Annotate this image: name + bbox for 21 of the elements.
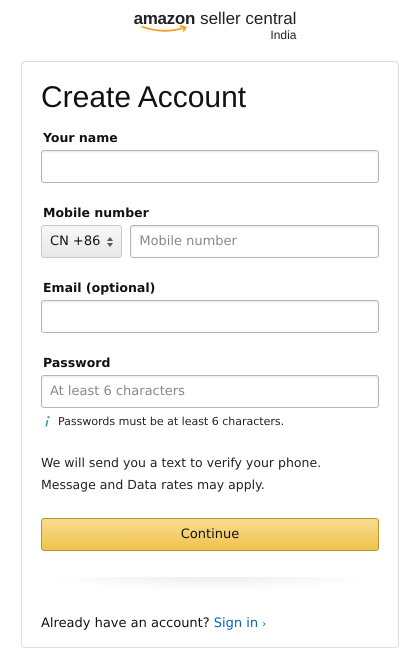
field-label: Your name: [43, 130, 119, 145]
input-field[interactable]: Mobile number: [130, 225, 379, 258]
hint-text: Passwords must be at least 6 characters.: [58, 415, 284, 428]
info-icon: [45, 416, 50, 427]
logo-product-text: seller central: [200, 10, 296, 28]
notice-text: We will send you a text to verify your phone.: [41, 454, 322, 472]
up-down-caret-icon: [107, 236, 114, 246]
input-field[interactable]: At least 6 characters: [41, 375, 379, 408]
page-title: Create Account: [41, 80, 248, 116]
field-label: Email (optional): [43, 280, 156, 295]
continue-button[interactable]: Continue: [41, 518, 379, 551]
sign-in-link[interactable]: Sign in ›: [214, 616, 266, 631]
notice-text: Message and Data rates may apply.: [41, 476, 266, 494]
logo-region-text: India: [270, 29, 296, 41]
input-field[interactable]: [41, 300, 379, 333]
input-field[interactable]: [41, 150, 379, 183]
logo-brand-text: amazon: [134, 10, 196, 28]
field-label: Mobile number: [43, 205, 150, 220]
field-label: Password: [43, 355, 112, 370]
sign-in-prompt: Already have an account? Sign in ›: [41, 616, 268, 631]
country-code-select[interactable]: CN +86: [41, 225, 122, 258]
